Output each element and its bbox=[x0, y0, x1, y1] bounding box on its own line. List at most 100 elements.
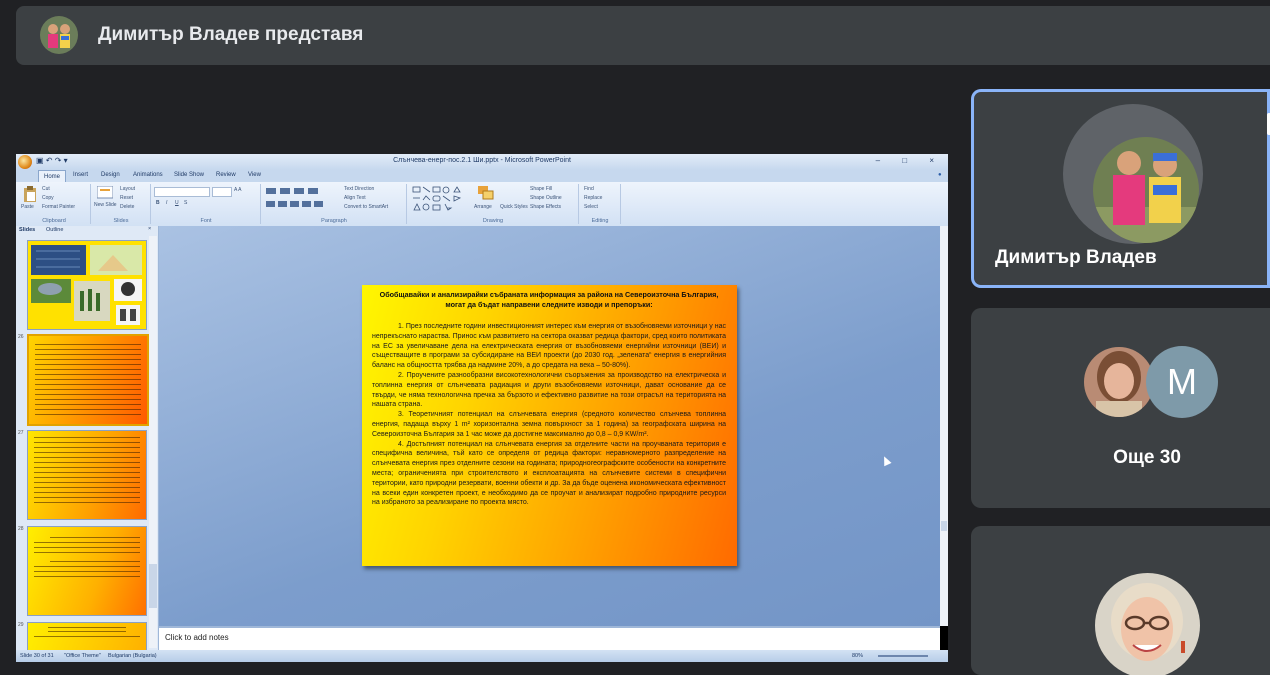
zoom-slider[interactable] bbox=[878, 655, 928, 657]
replace-button[interactable]: Replace bbox=[584, 195, 602, 201]
group-editing: Find Replace Select Editing bbox=[580, 184, 621, 224]
canvas-scrollbar[interactable] bbox=[940, 226, 948, 626]
group-font: B I U S A A Font bbox=[152, 184, 261, 224]
participant-tile-speaking[interactable]: Димитър Владев bbox=[971, 89, 1270, 288]
slide-paragraph: 4. Достъпният потенциал на слънчевата ен… bbox=[372, 440, 726, 507]
slide-thumbnail[interactable] bbox=[27, 334, 149, 426]
bullets-icon[interactable] bbox=[266, 187, 326, 195]
shape-outline-button[interactable]: Shape Outline bbox=[530, 195, 562, 201]
paste-button[interactable]: Paste bbox=[21, 204, 34, 210]
delete-button[interactable]: Delete bbox=[120, 204, 134, 210]
align-text-button[interactable]: Align Text bbox=[344, 195, 366, 201]
grow-font-button[interactable]: A A bbox=[234, 187, 242, 193]
smiling-woman-photo-avatar-icon bbox=[1095, 573, 1200, 675]
shared-screen: ▣ ↶ ↷ ▾ Слънчева-енерг-пос.2.1 Ши.pptx -… bbox=[16, 154, 948, 662]
tab-review[interactable]: Review bbox=[216, 172, 236, 178]
participant-name: Димитър Владев bbox=[995, 247, 1157, 268]
more-participants-label: Още 30 bbox=[1113, 447, 1181, 468]
slide-thumbnail[interactable] bbox=[27, 430, 147, 520]
thumbnail-number: 26 bbox=[18, 334, 24, 340]
theme-name: "Office Theme" bbox=[64, 653, 101, 659]
font-label: Font bbox=[200, 218, 212, 224]
strikethrough-button[interactable]: S bbox=[184, 200, 187, 206]
participant-tile[interactable] bbox=[971, 526, 1270, 675]
presenter-title: Димитър Владев представя bbox=[98, 24, 364, 45]
drawing-label: Drawing bbox=[482, 218, 504, 224]
paste-icon[interactable] bbox=[23, 186, 37, 202]
current-slide[interactable]: Обобщавайки и анализирайки събраната инф… bbox=[362, 285, 737, 566]
group-paragraph: Text Direction Align Text Convert to Sma… bbox=[262, 184, 407, 224]
bold-button[interactable]: B bbox=[156, 200, 160, 206]
select-button[interactable]: Select bbox=[584, 204, 598, 210]
layout-button[interactable]: Layout bbox=[120, 186, 135, 192]
shapes-gallery-icon[interactable] bbox=[412, 186, 472, 212]
group-slides: New Slide Layout Reset Delete Slides bbox=[92, 184, 151, 224]
paragraph-label: Paragraph bbox=[321, 218, 347, 224]
quick-styles-button[interactable]: Quick Styles bbox=[500, 204, 528, 210]
pane-close-icon[interactable]: × bbox=[148, 226, 151, 232]
cut-button[interactable]: Cut bbox=[42, 186, 50, 192]
copy-button[interactable]: Copy bbox=[42, 195, 54, 201]
font-size-combo[interactable] bbox=[212, 187, 232, 197]
tab-slide-show[interactable]: Slide Show bbox=[174, 172, 204, 178]
pp-window-title: Слънчева-енерг-пос.2.1 Ши.pptx - Microso… bbox=[393, 157, 571, 164]
group-clipboard: Paste Cut Copy Format Painter Clipboard bbox=[18, 184, 91, 224]
slide-paragraph: 2. Проучените разнообразни високотехноло… bbox=[372, 371, 726, 409]
slides-pane-tabs: Slides Outline × bbox=[16, 226, 158, 234]
presenter-avatar-photo-icon bbox=[40, 16, 78, 54]
zoom-level[interactable]: 80% bbox=[852, 653, 863, 659]
participant-avatar bbox=[1084, 347, 1154, 417]
slides-pane-scrollbar[interactable] bbox=[149, 236, 157, 648]
tab-slides[interactable]: Slides bbox=[19, 227, 35, 233]
convert-smartart-button[interactable]: Convert to SmartArt bbox=[344, 204, 388, 210]
align-icons[interactable] bbox=[266, 200, 326, 208]
notes-pane[interactable]: Click to add notes bbox=[159, 626, 940, 652]
participant-avatar bbox=[1093, 137, 1199, 243]
find-button[interactable]: Find bbox=[584, 186, 594, 192]
children-photo-avatar-icon bbox=[1093, 137, 1199, 243]
presenter-avatar bbox=[40, 16, 78, 54]
italic-button[interactable]: I bbox=[166, 200, 167, 206]
participant-tile-others[interactable]: M Още 30 bbox=[971, 308, 1270, 508]
slide-paragraph: 1. През последните години инвестиционния… bbox=[372, 323, 726, 370]
group-drawing: Arrange Quick Styles Shape Fill Shape Ou… bbox=[408, 184, 579, 224]
slide-thumbnail[interactable] bbox=[27, 240, 147, 330]
thumbnail-number: 28 bbox=[18, 526, 24, 532]
tab-view[interactable]: View bbox=[248, 172, 261, 178]
pp-ribbon: Paste Cut Copy Format Painter Clipboard … bbox=[16, 182, 948, 227]
shape-fill-button[interactable]: Shape Fill bbox=[530, 186, 552, 192]
presenter-banner: Димитър Владев представя bbox=[16, 6, 1270, 65]
help-icon[interactable]: ● bbox=[938, 172, 942, 178]
notes-placeholder: Click to add notes bbox=[165, 633, 229, 642]
clipboard-label: Clipboard bbox=[42, 218, 66, 224]
language-indicator[interactable]: Bulgarian (Bulgaria) bbox=[108, 653, 157, 659]
underline-button[interactable]: U bbox=[175, 200, 179, 206]
slides-pane: Slides Outline × 26 27 28 29 bbox=[16, 226, 159, 651]
pp-window-controls[interactable]: – □ × bbox=[876, 156, 944, 165]
text-direction-button[interactable]: Text Direction bbox=[344, 186, 374, 192]
format-painter-button[interactable]: Format Painter bbox=[42, 204, 75, 210]
tab-home[interactable]: Home bbox=[38, 170, 66, 182]
slide-paragraph: 3. Теоретичният потенциал на слънчевата … bbox=[372, 411, 726, 438]
tab-outline[interactable]: Outline bbox=[46, 227, 63, 233]
slides-pane-scroll-thumb[interactable] bbox=[149, 564, 157, 608]
participant-avatar bbox=[1095, 573, 1200, 675]
new-slide-icon[interactable] bbox=[97, 186, 113, 199]
tab-design[interactable]: Design bbox=[101, 172, 120, 178]
font-name-combo[interactable] bbox=[154, 187, 210, 197]
tab-animations[interactable]: Animations bbox=[133, 172, 163, 178]
arrange-icon[interactable] bbox=[478, 186, 494, 200]
slide-counter: Slide 30 of 31 bbox=[20, 653, 54, 659]
thumbnail-number: 29 bbox=[18, 622, 24, 628]
slide-thumbnail[interactable] bbox=[27, 526, 147, 616]
reset-button[interactable]: Reset bbox=[120, 195, 133, 201]
editing-label: Editing bbox=[591, 218, 609, 224]
new-slide-button[interactable]: New Slide bbox=[94, 202, 117, 208]
canvas-scroll-thumb[interactable] bbox=[941, 521, 947, 531]
thumbnail-number: 27 bbox=[18, 430, 24, 436]
tab-insert[interactable]: Insert bbox=[73, 172, 88, 178]
arrange-button[interactable]: Arrange bbox=[474, 204, 492, 210]
slides-label: Slides bbox=[113, 218, 129, 224]
slide-thumbnail[interactable] bbox=[27, 622, 147, 651]
shape-effects-button[interactable]: Shape Effects bbox=[530, 204, 561, 210]
